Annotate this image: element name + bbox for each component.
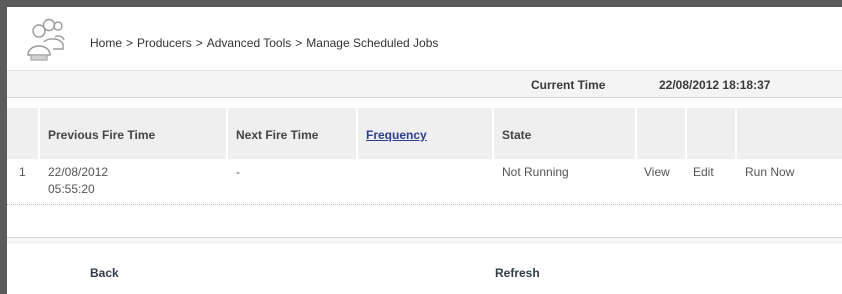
run-now-link[interactable]: Run Now	[745, 164, 794, 181]
header-state: State	[494, 108, 637, 159]
current-time-bar: Current Time 22/08/2012 18:18:37	[7, 70, 842, 98]
next-fire-time-value: -	[236, 165, 240, 179]
view-link[interactable]: View	[644, 164, 670, 181]
scheduled-jobs-table: Previous Fire Time Next Fire Time Freque…	[7, 108, 842, 205]
breadcrumb-item-advanced-tools[interactable]: Advanced Tools	[207, 36, 292, 50]
refresh-button[interactable]: Refresh	[495, 266, 540, 280]
header-previous-fire-time: Previous Fire Time	[40, 108, 228, 159]
row-index: 1	[19, 165, 26, 179]
current-time-value: 22/08/2012 18:18:37	[659, 78, 771, 92]
previous-fire-time-time: 05:55:20	[48, 182, 95, 196]
table-header-row: Previous Fire Time Next Fire Time Freque…	[7, 108, 842, 159]
breadcrumb-item-producers[interactable]: Producers	[137, 36, 192, 50]
header-view-cell	[637, 108, 687, 159]
breadcrumb-item-current: Manage Scheduled Jobs	[306, 36, 439, 50]
edit-link[interactable]: Edit	[693, 164, 714, 181]
breadcrumb-separator: >	[126, 36, 134, 50]
header-frequency-sort-link[interactable]: Frequency	[358, 108, 494, 159]
header-next-fire-time: Next Fire Time	[228, 108, 358, 159]
header-run-now-cell	[737, 108, 842, 159]
page-header: Home > Producers > Advanced Tools > Manage Sch…	[7, 7, 842, 69]
breadcrumb-separator: >	[195, 36, 203, 50]
state-value: Not Running	[502, 165, 569, 179]
back-button[interactable]: Back	[90, 266, 119, 280]
header-edit-cell	[687, 108, 737, 159]
table-row: 1 22/08/2012 05:55:20 - Not Running View…	[7, 159, 842, 205]
section-divider	[7, 237, 842, 243]
users-group-icon	[25, 17, 65, 61]
breadcrumb-separator: >	[295, 36, 303, 50]
current-time-label: Current Time	[531, 78, 606, 92]
breadcrumb: Home > Producers > Advanced Tools > Manage Sch…	[90, 36, 438, 50]
breadcrumb-item-home[interactable]: Home	[90, 36, 122, 50]
previous-fire-time-date: 22/08/2012	[48, 165, 109, 179]
header-index-cell	[7, 108, 40, 159]
